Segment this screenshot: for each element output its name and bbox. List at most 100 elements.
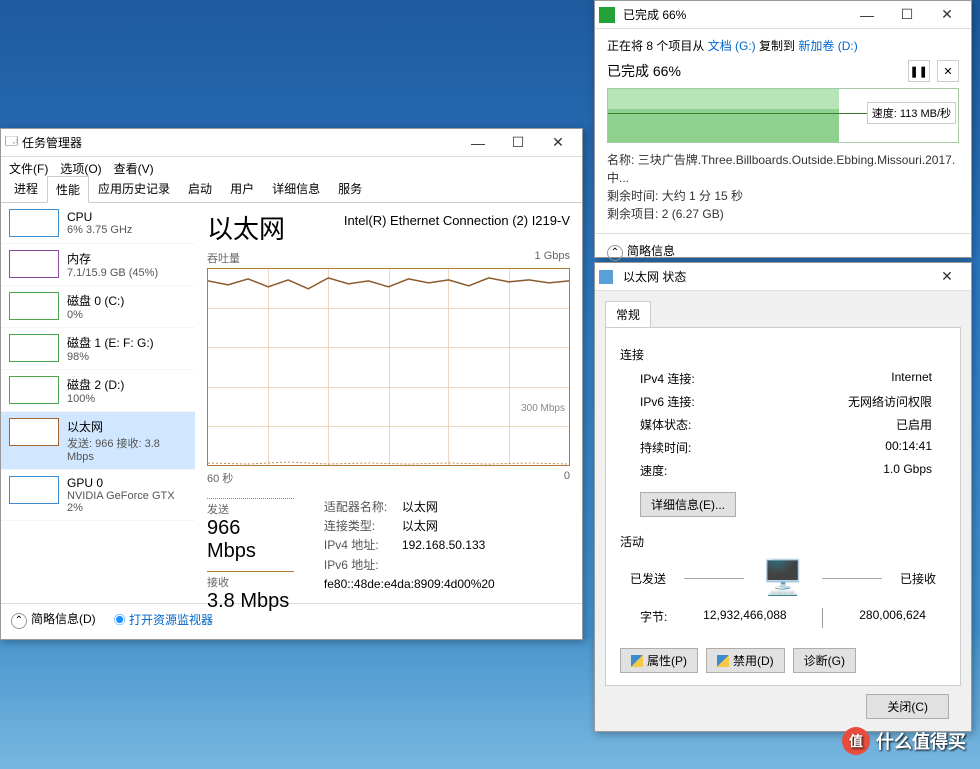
copy-simple-toggle[interactable]: ⌃简略信息 bbox=[607, 242, 675, 261]
disk0-sub: 0% bbox=[67, 309, 124, 321]
disk0-thumb bbox=[9, 292, 59, 320]
sidebar-item-disk1[interactable]: 磁盘 1 (E: F: G:)98% bbox=[1, 328, 195, 370]
taskmgr-detail: 以太网 Intel(R) Ethernet Connection (2) I21… bbox=[195, 203, 582, 603]
close-button[interactable]: ✕ bbox=[538, 129, 578, 157]
diagnose-button[interactable]: 诊断(G) bbox=[793, 648, 856, 673]
recv-bytes: 280,006,624 bbox=[859, 608, 926, 628]
disk2-thumb bbox=[9, 376, 59, 404]
brief-info-toggle[interactable]: ⌃简略信息(D) bbox=[11, 610, 96, 629]
sidebar-item-disk2[interactable]: 磁盘 2 (D:)100% bbox=[1, 370, 195, 412]
cpu-thumb bbox=[9, 209, 59, 237]
open-resmon-link[interactable]: ◉ 打开资源监视器 bbox=[114, 611, 213, 628]
eth-sub: 发送: 966 接收: 3.8 Mbps bbox=[67, 435, 187, 463]
eth-titlebar[interactable]: 以太网 状态 ✕ bbox=[595, 263, 971, 291]
minimize-button[interactable]: — bbox=[458, 129, 498, 157]
ethernet-icon bbox=[599, 270, 613, 284]
minimize-button[interactable]: — bbox=[847, 1, 887, 29]
copy-progress-text: 已完成 66% bbox=[607, 61, 904, 81]
copy-src-link[interactable]: 文档 (G:) bbox=[708, 39, 756, 53]
v-duration: 00:14:41 bbox=[885, 439, 932, 456]
cancel-button[interactable]: ✕ bbox=[937, 60, 959, 82]
copy-remain-items: 2 (6.27 GB) bbox=[662, 207, 724, 221]
sidebar-item-gpu[interactable]: GPU 0NVIDIA GeForce GTX 2% bbox=[1, 470, 195, 521]
chevron-icon: ⌃ bbox=[11, 613, 27, 629]
k-ipv6-conn: IPv6 连接: bbox=[640, 393, 695, 410]
sent-label: 已发送 bbox=[630, 570, 666, 587]
sidebar-item-disk0[interactable]: 磁盘 0 (C:)0% bbox=[1, 286, 195, 328]
tab-startup[interactable]: 启动 bbox=[179, 175, 221, 202]
tab-users[interactable]: 用户 bbox=[221, 175, 263, 202]
gpu-sub: NVIDIA GeForce GTX 2% bbox=[67, 490, 187, 514]
sidebar-item-ethernet[interactable]: 以太网发送: 966 接收: 3.8 Mbps bbox=[1, 412, 195, 470]
xaxis-left: 60 秒 bbox=[207, 470, 233, 486]
maximize-button[interactable]: ☐ bbox=[887, 1, 927, 29]
recv-value: 3.8 Mbps bbox=[207, 590, 294, 613]
disk1-sub: 98% bbox=[67, 351, 154, 363]
menu-options[interactable]: 选项(O) bbox=[60, 160, 101, 177]
recv-label: 已接收 bbox=[900, 570, 936, 587]
copy-titlebar[interactable]: 已完成 66% — ☐ ✕ bbox=[595, 1, 971, 29]
disk1-thumb bbox=[9, 334, 59, 362]
v-ipv4-conn: Internet bbox=[891, 370, 932, 387]
tab-details[interactable]: 详细信息 bbox=[263, 175, 329, 202]
group-connection: 连接 bbox=[620, 346, 946, 363]
taskmgr-icon: 🗔 bbox=[5, 132, 18, 153]
k-media: 媒体状态: bbox=[640, 416, 691, 433]
divider bbox=[822, 608, 823, 628]
gpu-label: GPU 0 bbox=[67, 476, 187, 490]
k-ipv6: IPv6 地址: bbox=[324, 556, 402, 575]
progress-bar: 速度: 113 MB/秒 bbox=[607, 88, 959, 143]
eth-tab-general[interactable]: 常规 bbox=[605, 301, 651, 327]
copy-dst-link[interactable]: 新加卷 (D:) bbox=[798, 39, 857, 53]
graph-svg bbox=[208, 269, 569, 465]
close-button[interactable]: 关闭(C) bbox=[866, 694, 949, 719]
sidebar-item-memory[interactable]: 内存7.1/15.9 GB (45%) bbox=[1, 244, 195, 286]
v-ipv6: fe80::48de:e4da:8909:4d00%20 bbox=[324, 577, 495, 591]
details-button[interactable]: 详细信息(E)... bbox=[640, 492, 736, 517]
sent-bytes: 12,932,466,088 bbox=[703, 608, 786, 628]
taskmgr-sidebar: CPU6% 3.75 GHz 内存7.1/15.9 GB (45%) 磁盘 0 … bbox=[1, 203, 195, 603]
xaxis-right: 0 bbox=[564, 470, 570, 486]
cpu-sub: 6% 3.75 GHz bbox=[67, 224, 132, 236]
task-manager-window: 🗔 任务管理器 — ☐ ✕ 文件(F) 选项(O) 查看(V) 进程 性能 应用… bbox=[0, 128, 583, 640]
v-conn-type: 以太网 bbox=[402, 519, 438, 533]
v-speed: 1.0 Gbps bbox=[883, 462, 932, 479]
maximize-button[interactable]: ☐ bbox=[498, 129, 538, 157]
disk2-sub: 100% bbox=[67, 393, 124, 405]
v-ipv6-conn: 无网络访问权限 bbox=[848, 393, 932, 410]
copy-filename: 三块广告牌.Three.Billboards.Outside.Ebbing.Mi… bbox=[607, 153, 955, 185]
taskmgr-title: 任务管理器 bbox=[18, 134, 458, 151]
memory-thumb bbox=[9, 250, 59, 278]
disable-button[interactable]: 禁用(D) bbox=[706, 648, 785, 673]
pause-button[interactable]: ❚❚ bbox=[908, 60, 930, 82]
close-button[interactable]: ✕ bbox=[927, 1, 967, 29]
disk1-label: 磁盘 1 (E: F: G:) bbox=[67, 334, 154, 351]
memory-label: 内存 bbox=[67, 250, 158, 267]
sidebar-item-cpu[interactable]: CPU6% 3.75 GHz bbox=[1, 203, 195, 244]
copy-status-line: 正在将 8 个项目从 文档 (G:) 复制到 新加卷 (D:) bbox=[607, 37, 959, 54]
eth-title: 以太网 状态 bbox=[619, 268, 927, 285]
tab-services[interactable]: 服务 bbox=[329, 175, 371, 202]
tab-app-history[interactable]: 应用历史记录 bbox=[89, 175, 179, 202]
close-button[interactable]: ✕ bbox=[927, 263, 967, 291]
speed-label: 速度: 113 MB/秒 bbox=[867, 102, 956, 124]
menu-view[interactable]: 查看(V) bbox=[114, 160, 154, 177]
shield-icon bbox=[717, 655, 729, 667]
k-adapter-name: 适配器名称: bbox=[324, 498, 402, 517]
throughput-label: 吞吐量 bbox=[207, 250, 240, 266]
activity-line bbox=[684, 578, 744, 579]
taskmgr-titlebar[interactable]: 🗔 任务管理器 — ☐ ✕ bbox=[1, 129, 582, 157]
tab-processes[interactable]: 进程 bbox=[5, 175, 47, 202]
k-ipv4: IPv4 地址: bbox=[324, 536, 402, 555]
menu-file[interactable]: 文件(F) bbox=[9, 160, 48, 177]
marker-300mbps: 300 Mbps bbox=[521, 403, 565, 414]
tab-performance[interactable]: 性能 bbox=[47, 176, 89, 203]
k-duration: 持续时间: bbox=[640, 439, 691, 456]
properties-button[interactable]: 属性(P) bbox=[620, 648, 698, 673]
shield-icon bbox=[631, 655, 643, 667]
resmon-icon: ◉ bbox=[114, 613, 126, 627]
k-speed: 速度: bbox=[640, 462, 667, 479]
activity-line bbox=[822, 578, 882, 579]
chevron-up-icon: ⌃ bbox=[607, 245, 623, 261]
taskmgr-tabs: 进程 性能 应用历史记录 启动 用户 详细信息 服务 bbox=[1, 179, 582, 203]
